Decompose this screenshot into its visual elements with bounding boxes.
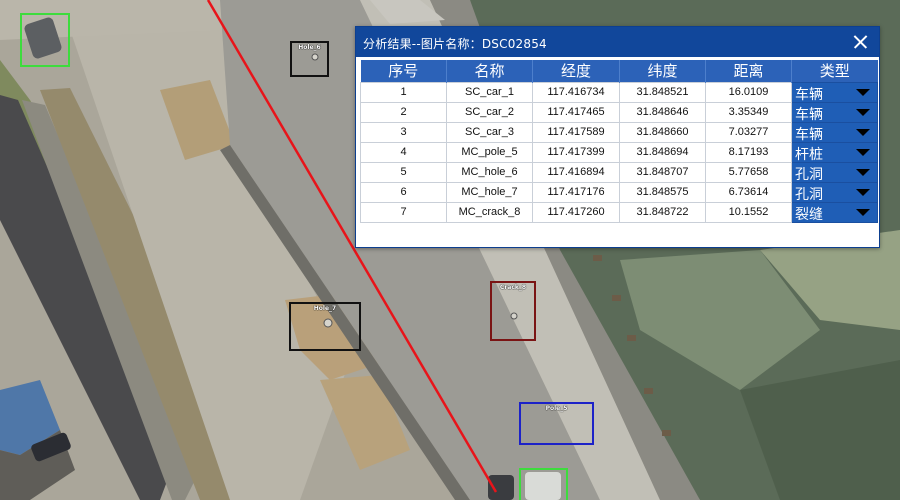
chevron-down-icon[interactable]: [856, 208, 870, 216]
detection-label: Crack_8: [499, 284, 527, 291]
cell-distance: 7.03277: [705, 121, 792, 143]
type-select[interactable]: 孔洞: [791, 161, 878, 183]
type-select[interactable]: 车辆: [791, 121, 878, 143]
detection-box-hole-6: Hole_6: [290, 41, 329, 77]
type-select-value: 车辆: [795, 106, 823, 123]
detection-box-hole-7: Hole_7: [289, 302, 361, 351]
cell-distance: 5.77658: [705, 161, 792, 183]
detection-box-crack-8: Crack_8: [490, 281, 536, 341]
table-row[interactable]: 1 SC_car_1 117.416734 31.848521 16.0109 …: [360, 81, 878, 103]
type-select[interactable]: 杆桩: [791, 141, 878, 163]
cell-index: 1: [360, 81, 447, 103]
cell-latitude: 31.848694: [619, 141, 706, 163]
dialog-title: 分析结果--图片名称：DSC02854: [363, 37, 547, 51]
cell-longitude: 117.417399: [532, 141, 620, 163]
cell-longitude: 117.417176: [532, 181, 620, 203]
column-header-distance[interactable]: 距离: [705, 60, 792, 82]
cell-distance: 16.0109: [705, 81, 792, 103]
cell-distance: 3.35349: [705, 101, 792, 123]
detection-label: Pole_5: [545, 405, 568, 412]
type-select[interactable]: 裂缝: [791, 201, 878, 223]
cell-distance: 8.17193: [705, 141, 792, 163]
table-row[interactable]: 4 MC_pole_5 117.417399 31.848694 8.17193…: [360, 141, 878, 163]
column-header-longitude[interactable]: 经度: [532, 60, 620, 82]
type-select-value: 孔洞: [795, 166, 823, 183]
cell-latitude: 31.848646: [619, 101, 706, 123]
column-header-name[interactable]: 名称: [446, 60, 533, 82]
chevron-down-icon[interactable]: [856, 128, 870, 136]
cell-name: SC_car_1: [446, 81, 533, 103]
column-header-index[interactable]: 序号: [360, 60, 447, 82]
detection-box-pole-5: Pole_5: [519, 402, 594, 445]
table-row[interactable]: 5 MC_hole_6 117.416894 31.848707 5.77658…: [360, 161, 878, 183]
column-header-type[interactable]: 类型: [791, 60, 878, 82]
cell-index: 4: [360, 141, 447, 163]
cell-longitude: 117.416734: [532, 81, 620, 103]
dialog-title-bar[interactable]: 分析结果--图片名称：DSC02854: [356, 27, 879, 57]
cell-longitude: 117.417465: [532, 101, 620, 123]
chevron-down-icon[interactable]: [856, 188, 870, 196]
analysis-result-dialog: 分析结果--图片名称：DSC02854 序号 名称 经度 纬度 距离 类型 1 …: [355, 26, 880, 248]
cell-distance: 6.73614: [705, 181, 792, 203]
type-select-value: 杆桩: [795, 146, 823, 163]
cell-longitude: 117.417589: [532, 121, 620, 143]
detection-box-car-1: [20, 13, 70, 67]
detection-label: Hole_7: [313, 305, 337, 312]
cell-latitude: 31.848521: [619, 81, 706, 103]
chevron-down-icon[interactable]: [856, 148, 870, 156]
type-select[interactable]: 车辆: [791, 81, 878, 103]
chevron-down-icon[interactable]: [856, 168, 870, 176]
table-row[interactable]: 6 MC_hole_7 117.417176 31.848575 6.73614…: [360, 181, 878, 203]
cell-name: SC_car_3: [446, 121, 533, 143]
cell-latitude: 31.848707: [619, 161, 706, 183]
type-select-value: 裂缝: [795, 206, 823, 223]
type-select[interactable]: 车辆: [791, 101, 878, 123]
close-icon[interactable]: [849, 30, 873, 54]
cell-name: SC_car_2: [446, 101, 533, 123]
cell-name: MC_pole_5: [446, 141, 533, 163]
cell-longitude: 117.416894: [532, 161, 620, 183]
table-row[interactable]: 3 SC_car_3 117.417589 31.848660 7.03277 …: [360, 121, 878, 143]
cell-name: MC_crack_8: [446, 201, 533, 223]
cell-latitude: 31.848575: [619, 181, 706, 203]
type-select-value: 车辆: [795, 86, 823, 103]
cell-index: 7: [360, 201, 447, 223]
table-row[interactable]: 7 MC_crack_8 117.417260 31.848722 10.155…: [360, 201, 878, 223]
results-table: 序号 名称 经度 纬度 距离 类型 1 SC_car_1 117.416734 …: [360, 60, 878, 223]
column-header-latitude[interactable]: 纬度: [619, 60, 706, 82]
results-table-container: 序号 名称 经度 纬度 距离 类型 1 SC_car_1 117.416734 …: [360, 60, 878, 223]
detection-box-car-2: [519, 468, 568, 500]
table-row[interactable]: 2 SC_car_2 117.417465 31.848646 3.35349 …: [360, 101, 878, 123]
cell-index: 3: [360, 121, 447, 143]
table-header-row: 序号 名称 经度 纬度 距离 类型: [360, 60, 878, 82]
cell-index: 2: [360, 101, 447, 123]
type-select-value: 孔洞: [795, 186, 823, 203]
cell-index: 5: [360, 161, 447, 183]
chevron-down-icon[interactable]: [856, 88, 870, 96]
chevron-down-icon[interactable]: [856, 108, 870, 116]
type-select-value: 车辆: [795, 126, 823, 143]
cell-longitude: 117.417260: [532, 201, 620, 223]
cell-distance: 10.1552: [705, 201, 792, 223]
type-select[interactable]: 孔洞: [791, 181, 878, 203]
detection-label: Hole_6: [298, 44, 321, 51]
cell-name: MC_hole_7: [446, 181, 533, 203]
cell-name: MC_hole_6: [446, 161, 533, 183]
cell-index: 6: [360, 181, 447, 203]
cell-latitude: 31.848660: [619, 121, 706, 143]
cell-latitude: 31.848722: [619, 201, 706, 223]
